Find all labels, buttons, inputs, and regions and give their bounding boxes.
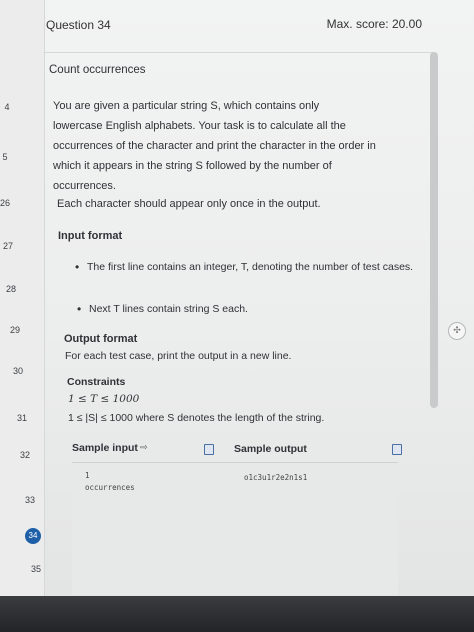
sample-output-line: o1c3u1r2e2n1s1 [244, 473, 308, 482]
question-number-item[interactable]: 5 [0, 152, 20, 162]
question-navigator: 4 5 26 27 28 29 30 31 32 33 34 35 [0, 0, 45, 596]
problem-title: Count occurrences [49, 64, 146, 76]
input-format-bullet: Next T lines contain string S each. [77, 300, 419, 319]
description-line: occurrences. [53, 180, 116, 192]
question-number-item[interactable]: 27 [0, 241, 23, 251]
question-number-item[interactable]: 33 [15, 495, 45, 505]
question-number-active[interactable]: 34 [25, 528, 41, 544]
question-number-item[interactable]: 4 [0, 102, 22, 112]
sample-output-label: Sample output [234, 443, 307, 455]
sample-input-line: 1 [85, 471, 90, 480]
sample-input-line: occurrences [85, 483, 135, 492]
question-label: Question 34 [46, 18, 111, 32]
description-line: lowercase English alphabets. Your task i… [53, 120, 346, 132]
constraint-line: 1 ≤ T ≤ 1000 [68, 393, 140, 405]
question-number-item[interactable]: 28 [0, 284, 26, 294]
description-line: which it appears in the string S followe… [53, 160, 332, 172]
copy-input-icon[interactable] [204, 444, 214, 455]
description-extra: Each character should appear only once i… [57, 198, 321, 210]
input-format-heading: Input format [58, 230, 123, 242]
question-number-item[interactable]: 30 [3, 366, 33, 376]
question-header: Question 34 Max. score: 20.00 [44, 0, 434, 53]
description-line: You are given a particular string S, whi… [53, 100, 320, 112]
sample-code-box: 1 occurrences o1c3u1r2e2n1s1 [72, 462, 398, 595]
copy-output-icon[interactable] [392, 444, 402, 455]
question-number-item[interactable]: 31 [7, 413, 37, 423]
question-number-item[interactable]: 29 [0, 325, 30, 335]
question-number-item[interactable]: 26 [0, 198, 20, 208]
problem-description: You are given a particular string S, whi… [53, 96, 383, 196]
monitor-bezel [0, 596, 474, 632]
constraint-line: 1 ≤ |S| ≤ 1000 where S denotes the lengt… [68, 412, 325, 424]
drag-handle-icon[interactable]: ✣ [448, 322, 466, 340]
constraints-heading: Constraints [67, 376, 126, 388]
scrollbar[interactable] [430, 52, 438, 408]
output-format-heading: Output format [64, 333, 138, 345]
output-format-text: For each test case, print the output in … [65, 350, 292, 362]
open-in-new-icon[interactable]: ⇨ [140, 442, 148, 453]
max-score: Max. score: 20.00 [326, 17, 422, 31]
sample-input-label: Sample input [72, 442, 138, 454]
question-number-item[interactable]: 32 [10, 450, 40, 460]
description-line: occurrences of the character and print t… [53, 140, 376, 152]
input-format-bullet: The first line contains an integer, T, d… [75, 258, 417, 277]
